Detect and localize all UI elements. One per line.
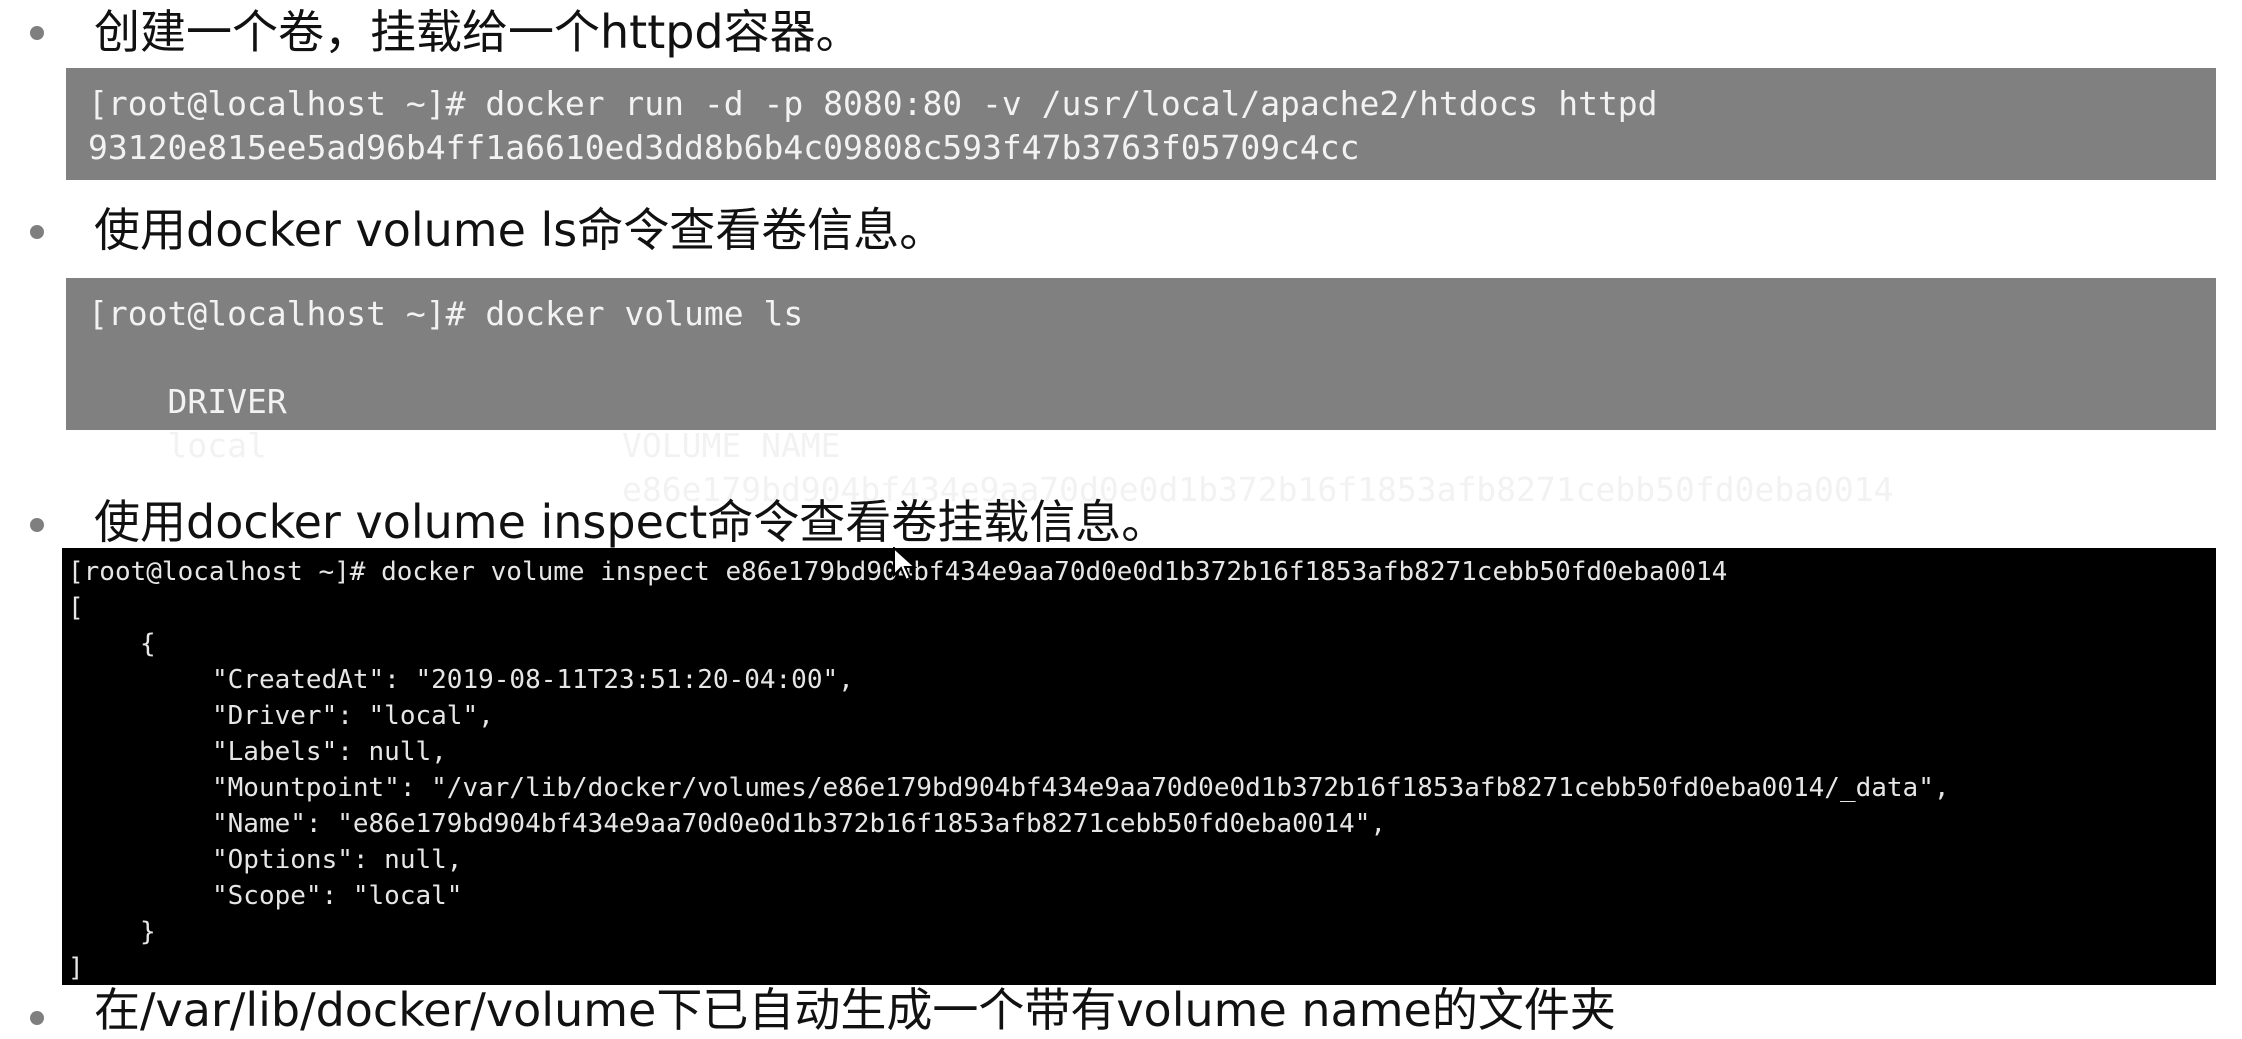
terminal-line: "Options": null, bbox=[212, 845, 463, 875]
terminal-line: "Driver": "local", bbox=[212, 701, 494, 731]
terminal-screenshot: [root@localhost ~]# docker volume inspec… bbox=[62, 548, 2216, 985]
section-2-heading: 使用docker volume ls命令查看卷信息。 bbox=[94, 203, 946, 257]
command-output: 93120e815ee5ad96b4ff1a6610ed3dd8b6b4c098… bbox=[88, 128, 1360, 167]
section-4-heading: 在/var/lib/docker/volume下已自动生成一个带有volume … bbox=[94, 983, 1616, 1037]
row-driver: local bbox=[167, 426, 267, 465]
terminal-line: "Mountpoint": "/var/lib/docker/volumes/e… bbox=[212, 773, 1950, 803]
section-3-heading: 使用docker volume inspect命令查看卷挂载信息。 bbox=[94, 495, 1168, 549]
terminal-line: ] bbox=[68, 953, 84, 983]
terminal-command-line: [root@localhost ~]# docker volume inspec… bbox=[68, 557, 1728, 587]
table-header-row: DRIVER VOLUME NAME bbox=[88, 336, 2216, 465]
command-line: [root@localhost ~]# docker run -d -p 808… bbox=[88, 84, 1658, 123]
terminal-line: "Scope": "local" bbox=[212, 881, 463, 911]
header-volume-name: VOLUME NAME bbox=[622, 426, 841, 465]
terminal-line: [ bbox=[68, 593, 84, 623]
terminal-line: } bbox=[140, 917, 156, 947]
bullet-dot-icon bbox=[30, 1011, 44, 1025]
terminal-line: "CreatedAt": "2019-08-11T23:51:20-04:00"… bbox=[212, 665, 854, 695]
section-1-heading: 创建一个卷，挂载给一个httpd容器。 bbox=[94, 5, 862, 59]
bullet-dot-icon bbox=[30, 26, 44, 40]
terminal-line: { bbox=[140, 629, 156, 659]
command-line: [root@localhost ~]# docker volume ls bbox=[88, 294, 804, 333]
bullet-dot-icon bbox=[30, 518, 44, 532]
terminal-line: "Name": "e86e179bd904bf434e9aa70d0e0d1b3… bbox=[212, 809, 1386, 839]
command-block-volume-ls: [root@localhost ~]# docker volume ls DRI… bbox=[66, 278, 2216, 509]
bullet-dot-icon bbox=[30, 225, 44, 239]
terminal-line: "Labels": null, bbox=[212, 737, 447, 767]
table-row: local e86e179bd904bf434e9aa70d0e0d1b372b… bbox=[88, 380, 2216, 509]
command-block-run: [root@localhost ~]# docker run -d -p 808… bbox=[66, 68, 2216, 180]
